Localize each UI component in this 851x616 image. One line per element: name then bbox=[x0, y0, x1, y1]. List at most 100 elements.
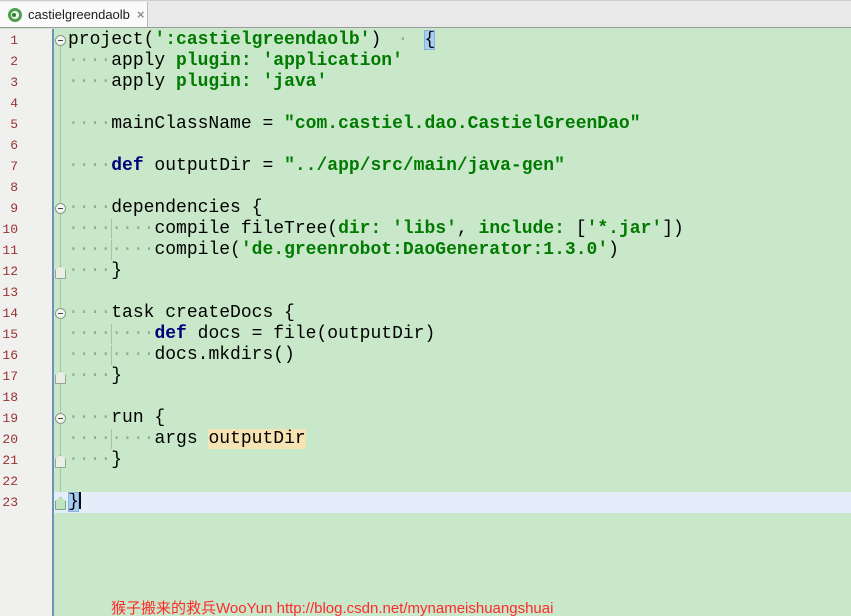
code-line[interactable]: ····task createDocs { bbox=[54, 303, 851, 324]
code-line[interactable]: ····apply plugin: 'java' bbox=[54, 72, 851, 93]
code-token: "../app/src/main/java-gen" bbox=[284, 156, 565, 176]
code-line[interactable] bbox=[54, 387, 851, 408]
line-number: 22 bbox=[2, 474, 18, 489]
line-number: 8 bbox=[10, 180, 18, 195]
line-number: 23 bbox=[2, 495, 18, 510]
code-line[interactable]: ········compile('de.greenrobot:DaoGenera… bbox=[54, 240, 851, 261]
indent-whitespace: ···· bbox=[111, 429, 155, 449]
line-number-gutter: 1 2 3 4 5 6 7 8 9 10 11 12 13 14 15 16 17 18 19 20 21 22 23 bbox=[0, 29, 54, 616]
line-number: 10 bbox=[2, 222, 18, 237]
code-token: mainClassName = bbox=[111, 114, 285, 134]
code-token: 'application' bbox=[262, 51, 403, 71]
indent-whitespace: ···· bbox=[68, 72, 112, 92]
indent-whitespace: ···· bbox=[68, 51, 112, 71]
code-line[interactable] bbox=[54, 135, 851, 156]
code-token: ]) bbox=[662, 219, 684, 239]
code-token: , bbox=[456, 219, 479, 239]
line-number: 20 bbox=[2, 432, 18, 447]
fold-end-icon[interactable] bbox=[55, 371, 66, 384]
line-number: 9 bbox=[10, 201, 18, 216]
line-number: 1 bbox=[10, 33, 18, 48]
code-token: docs.mkdirs() bbox=[154, 345, 295, 365]
line-number: 19 bbox=[2, 411, 18, 426]
code-line[interactable]: ········args outputDir bbox=[54, 429, 851, 450]
code-line[interactable]: ········compile fileTree(dir: 'libs', in… bbox=[54, 219, 851, 240]
code-editor-area[interactable]: project(':castielgreendaolb') ·{····apply… bbox=[54, 29, 851, 616]
code-line[interactable] bbox=[54, 93, 851, 114]
tab-title: castielgreendaolb bbox=[28, 7, 130, 22]
fold-collapse-icon[interactable] bbox=[55, 35, 66, 46]
code-line[interactable]: ········def docs = file(outputDir) bbox=[54, 324, 851, 345]
code-line[interactable]: ········docs.mkdirs() bbox=[54, 345, 851, 366]
line-number: 6 bbox=[10, 138, 18, 153]
code-token: ':castielgreendaolb' bbox=[154, 30, 371, 50]
fold-collapse-icon[interactable] bbox=[55, 308, 66, 319]
fold-end-icon[interactable] bbox=[55, 497, 66, 510]
code-token: apply bbox=[111, 51, 177, 71]
fold-collapse-icon[interactable] bbox=[55, 203, 66, 214]
fold-end-icon[interactable] bbox=[55, 455, 66, 468]
code-token: def bbox=[111, 156, 144, 176]
line-number: 7 bbox=[10, 159, 18, 174]
code-token: run { bbox=[111, 408, 166, 428]
code-token: compile( bbox=[154, 240, 241, 260]
watermark-text: 猴子搬来的救兵WooYun http://blog.csdn.net/mynam… bbox=[111, 600, 554, 616]
code-token: "com.castiel.dao.CastielGreenDao" bbox=[284, 114, 641, 134]
code-token: docs = file(outputDir) bbox=[186, 324, 436, 344]
code-line[interactable]: ····apply plugin: 'application' bbox=[54, 51, 851, 72]
code-line[interactable]: project(':castielgreendaolb') · { bbox=[54, 30, 851, 51]
line-number: 2 bbox=[10, 54, 18, 69]
code-line[interactable]: } bbox=[54, 492, 851, 513]
code-line[interactable]: ····def outputDir = "../app/src/main/jav… bbox=[54, 156, 851, 177]
tab-bar: castielgreendaolb × bbox=[0, 0, 851, 28]
fold-end-icon[interactable] bbox=[55, 266, 66, 279]
code-line[interactable]: ····} bbox=[54, 261, 851, 282]
indent-whitespace: ···· bbox=[68, 114, 112, 134]
line-number: 14 bbox=[2, 306, 18, 321]
indent-whitespace: ···· bbox=[68, 324, 112, 344]
indent-whitespace: ···· bbox=[111, 345, 155, 365]
indent-whitespace: ···· bbox=[68, 261, 112, 281]
code-token: plugin: bbox=[176, 51, 252, 71]
code-line[interactable]: ····} bbox=[54, 450, 851, 471]
line-number: 15 bbox=[2, 327, 18, 342]
line-number: 17 bbox=[2, 369, 18, 384]
line-number: 13 bbox=[2, 285, 18, 300]
code-lines: project(':castielgreendaolb') ·{····apply… bbox=[54, 30, 851, 513]
code-token: include: bbox=[478, 219, 565, 239]
code-line[interactable]: ····run { bbox=[54, 408, 851, 429]
line-number: 5 bbox=[10, 117, 18, 132]
code-line[interactable]: ····} bbox=[54, 366, 851, 387]
code-token: project( bbox=[68, 30, 155, 50]
code-token: args bbox=[154, 429, 209, 449]
code-line[interactable] bbox=[54, 282, 851, 303]
code-token: } bbox=[111, 450, 123, 470]
tab-close-icon[interactable]: × bbox=[137, 8, 145, 21]
line-number: 3 bbox=[10, 75, 18, 90]
code-token: outputDir = bbox=[143, 156, 285, 176]
code-line[interactable] bbox=[54, 177, 851, 198]
line-number: 16 bbox=[2, 348, 18, 363]
occurrence-highlight: outputDir bbox=[208, 429, 306, 449]
gutter-numbers: 1 2 3 4 5 6 7 8 9 10 11 12 13 14 15 16 17 18 19 20 21 22 23 bbox=[0, 30, 52, 513]
indent-whitespace: ···· bbox=[68, 303, 112, 323]
code-token: '*.jar' bbox=[586, 219, 663, 239]
tab-castielgreendaolb[interactable]: castielgreendaolb × bbox=[0, 2, 148, 27]
code-token: 'libs' bbox=[392, 219, 457, 239]
matched-bracket: } bbox=[68, 492, 79, 512]
code-token: dependencies { bbox=[111, 198, 263, 218]
indent-whitespace: ···· bbox=[68, 198, 112, 218]
indent-whitespace: ···· bbox=[111, 324, 155, 344]
fold-collapse-icon[interactable] bbox=[55, 413, 66, 424]
code-line[interactable] bbox=[54, 471, 851, 492]
indent-whitespace: ···· bbox=[68, 240, 112, 260]
code-line[interactable]: ····dependencies { bbox=[54, 198, 851, 219]
code-token: def bbox=[154, 324, 187, 344]
code-line[interactable]: ····mainClassName = "com.castiel.dao.Cas… bbox=[54, 114, 851, 135]
code-token: 'de.greenrobot:DaoGenerator:1.3.0' bbox=[240, 240, 609, 260]
line-number: 18 bbox=[2, 390, 18, 405]
indent-whitespace: ···· bbox=[68, 408, 112, 428]
code-token: apply bbox=[111, 72, 177, 92]
